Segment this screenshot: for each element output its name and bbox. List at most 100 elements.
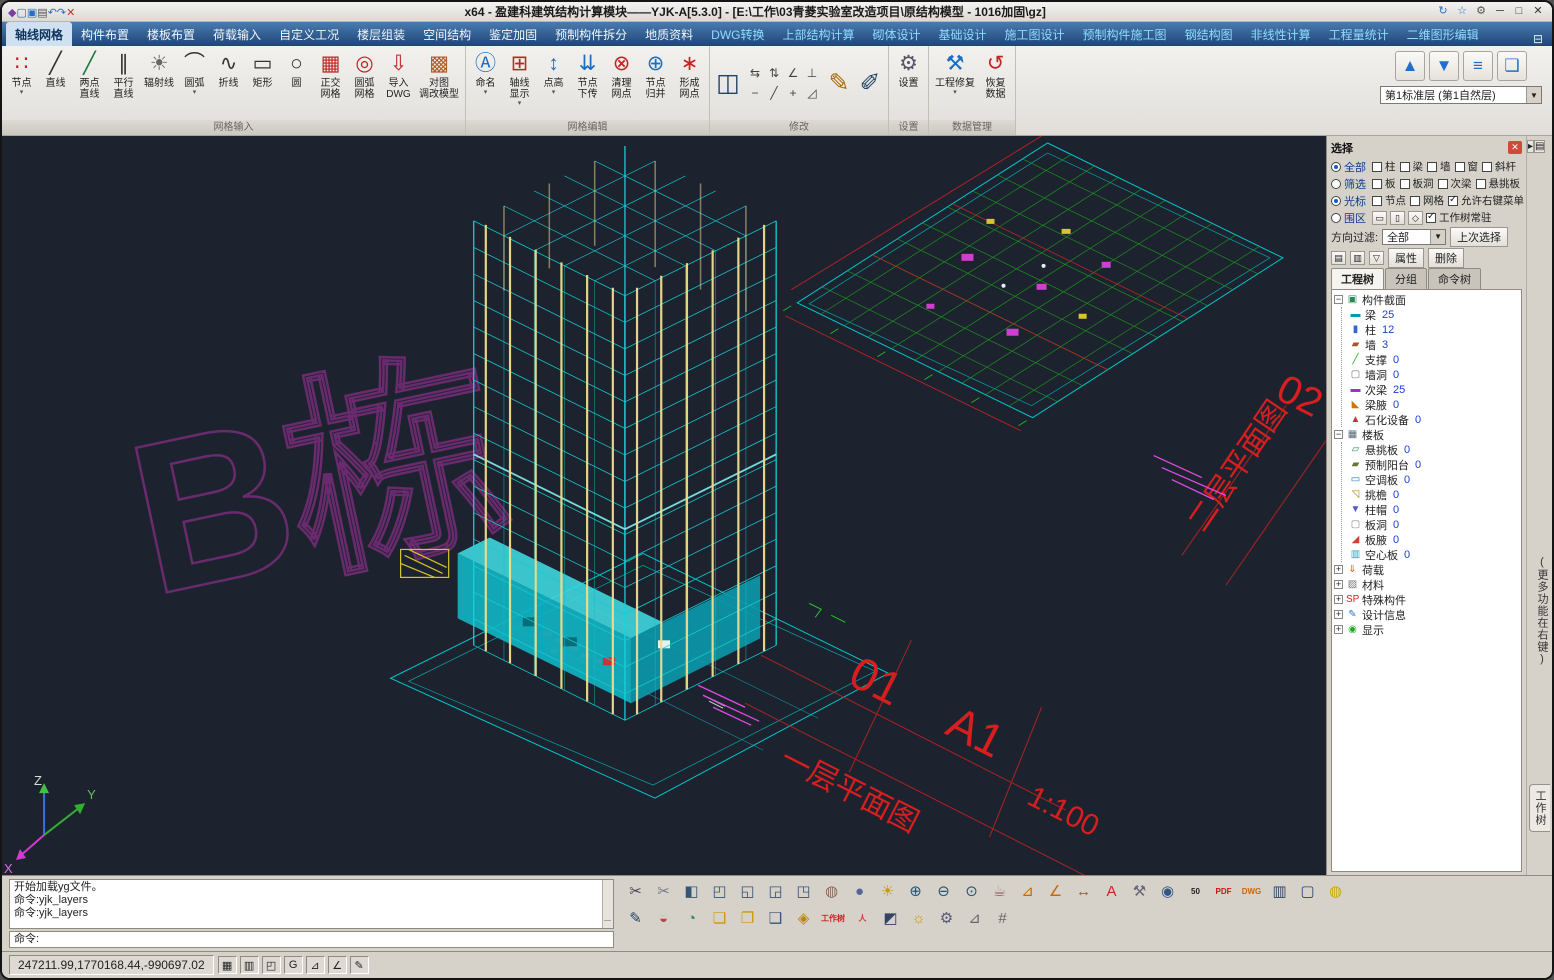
tree-item-柱[interactable]: ▮柱12 bbox=[1349, 322, 1519, 337]
check-工作树常驻[interactable] bbox=[1426, 213, 1436, 223]
second-floor-plan[interactable] bbox=[783, 136, 1283, 431]
region-poly-icon[interactable]: ◇ bbox=[1408, 211, 1423, 225]
worktree-tab[interactable]: 工作树 bbox=[1529, 784, 1550, 832]
move-icon-button[interactable]: ⇆ bbox=[746, 64, 764, 83]
axis-name-button[interactable]: Ⓐ命名▾ bbox=[469, 48, 502, 118]
panel-collapse-icon[interactable]: ▸ bbox=[1527, 140, 1534, 153]
minimize-button[interactable]: ─ bbox=[1492, 4, 1508, 19]
floor-overlay-button[interactable]: ≡ bbox=[1463, 51, 1493, 81]
sphere-icon[interactable]: ● bbox=[847, 879, 872, 903]
tree-item-空调板[interactable]: ▭空调板0 bbox=[1349, 472, 1519, 487]
last-selection-button[interactable]: 上次选择 bbox=[1450, 227, 1508, 247]
tree-item-石化设备[interactable]: ▲石化设备0 bbox=[1349, 412, 1519, 427]
tab-基础设计[interactable]: 基础设计 bbox=[930, 22, 996, 46]
tab-楼板布置[interactable]: 楼板布置 bbox=[138, 22, 204, 46]
collapse-icon[interactable]: − bbox=[1334, 295, 1343, 304]
tree-node-构件截面[interactable]: −▣构件截面 bbox=[1334, 292, 1519, 307]
zoom-out-icon[interactable]: ⊖ bbox=[931, 879, 956, 903]
tab-地质资料[interactable]: 地质资料 bbox=[636, 22, 702, 46]
tab-钢结构图[interactable]: 钢结构图 bbox=[1176, 22, 1242, 46]
arc-button[interactable]: ⌒圆弧▾ bbox=[178, 48, 211, 118]
check-节点[interactable] bbox=[1372, 196, 1382, 206]
align-icon-button[interactable]: ⊥ bbox=[803, 64, 821, 83]
clean-grid-button[interactable]: ⊗清理 网点 bbox=[605, 48, 638, 118]
add-icon-button[interactable]: + bbox=[784, 84, 802, 103]
sun-icon[interactable]: ☼ bbox=[906, 906, 931, 930]
tree-item-次梁[interactable]: ▬次梁25 bbox=[1349, 382, 1519, 397]
tree-node-楼板[interactable]: −▦楼板 bbox=[1334, 427, 1519, 442]
grid-toggle[interactable]: ▦ bbox=[218, 956, 237, 974]
tree-item-板洞[interactable]: ▢板洞0 bbox=[1349, 517, 1519, 532]
sync-icon[interactable]: ↻ bbox=[1435, 4, 1451, 19]
tree-node-特殊构件[interactable]: +SP特殊构件 bbox=[1334, 592, 1519, 607]
folder-open-icon[interactable]: ❏ bbox=[707, 906, 732, 930]
camera-icon[interactable]: ◉ bbox=[1155, 879, 1180, 903]
tab-轴线网格[interactable]: 轴线网格 bbox=[6, 22, 72, 46]
tree-item-梁腋[interactable]: ◣梁腋0 bbox=[1349, 397, 1519, 412]
pdf-export-icon[interactable]: PDF bbox=[1211, 879, 1236, 903]
tree-node-显示[interactable]: +◉显示 bbox=[1334, 622, 1519, 637]
tab-自定义工况[interactable]: 自定义工况 bbox=[270, 22, 348, 46]
text-icon[interactable]: A bbox=[1099, 879, 1124, 903]
tab-荷载输入[interactable]: 荷载输入 bbox=[204, 22, 270, 46]
palette-icon[interactable]: ◒ bbox=[651, 906, 676, 930]
tab-二维图形编辑[interactable]: 二维图形编辑 bbox=[1398, 22, 1488, 46]
tree-item-支撑[interactable]: ╱支撑0 bbox=[1349, 352, 1519, 367]
floor-pages-button[interactable]: ❏ bbox=[1497, 51, 1527, 81]
save-icon[interactable]: ▣ bbox=[27, 7, 37, 19]
measure-icon[interactable]: ⊿ bbox=[1015, 879, 1040, 903]
properties-button[interactable]: 属性 bbox=[1388, 248, 1424, 268]
restore-data-button[interactable]: ↺恢复 数据 bbox=[979, 48, 1012, 118]
tree-item-柱帽[interactable]: ▼柱帽0 bbox=[1349, 502, 1519, 517]
radio-cursor[interactable] bbox=[1331, 196, 1341, 206]
g-toggle[interactable]: G bbox=[284, 956, 303, 974]
check-次梁[interactable] bbox=[1438, 179, 1448, 189]
grid-icon[interactable]: # bbox=[990, 906, 1015, 930]
floor-selector-dropdown[interactable]: 第1标准层 (第1自然层) ▼ bbox=[1380, 86, 1542, 104]
erase-icon-button[interactable]: − bbox=[746, 84, 764, 103]
gear-icon[interactable]: ⚙ bbox=[934, 906, 959, 930]
close-button[interactable]: ✕ bbox=[1530, 4, 1546, 19]
filter-funnel-icon[interactable]: ▽ bbox=[1369, 251, 1384, 265]
panel-tab-命令树[interactable]: 命令树 bbox=[1428, 268, 1481, 289]
edit-pencil-button[interactable]: ✎ bbox=[824, 48, 854, 118]
node-button[interactable]: ∷节点▾ bbox=[5, 48, 38, 118]
direction-filter-dropdown[interactable]: 全部 ▼ bbox=[1382, 229, 1446, 245]
tab-DWG转换[interactable]: DWG转换 bbox=[702, 22, 773, 46]
tree-item-空心板[interactable]: ▥空心板0 bbox=[1349, 547, 1519, 562]
check-墙[interactable] bbox=[1427, 162, 1437, 172]
delete-button[interactable]: 删除 bbox=[1428, 248, 1464, 268]
collapse-icon[interactable]: − bbox=[1334, 430, 1343, 439]
tree-item-挑檐[interactable]: ◹挑檐0 bbox=[1349, 487, 1519, 502]
axis-display-button[interactable]: ⊞轴线 显示▾ bbox=[503, 48, 536, 118]
check-斜杆[interactable] bbox=[1482, 162, 1492, 172]
mirror-button[interactable]: ◫ bbox=[713, 48, 743, 118]
worktree-button[interactable]: 工作树 bbox=[819, 906, 847, 930]
close-doc-icon[interactable]: ✕ bbox=[66, 7, 75, 19]
upper-floor-button[interactable]: ▲ bbox=[1395, 51, 1425, 81]
tab-上部结构计算[interactable]: 上部结构计算 bbox=[773, 22, 863, 46]
circle-button[interactable]: ○圆 bbox=[280, 48, 313, 118]
check-窗[interactable] bbox=[1455, 162, 1465, 172]
prop-list-icon[interactable]: ▥ bbox=[1350, 251, 1365, 265]
tree-node-荷载[interactable]: +⇓荷载 bbox=[1334, 562, 1519, 577]
chevron-down-icon[interactable]: ▼ bbox=[1526, 87, 1541, 103]
tree-item-墙洞[interactable]: ▢墙洞0 bbox=[1349, 367, 1519, 382]
zoom-in-icon[interactable]: ⊕ bbox=[903, 879, 928, 903]
model-canvas[interactable]: B栋 bbox=[2, 136, 1326, 875]
tree-node-设计信息[interactable]: +✎设计信息 bbox=[1334, 607, 1519, 622]
expand-icon[interactable]: + bbox=[1334, 610, 1343, 619]
wrench-icon[interactable]: ⚒ bbox=[1127, 879, 1152, 903]
settings-group-button[interactable]: ⚙设置 bbox=[892, 48, 925, 118]
tree-item-梁[interactable]: ▬梁25 bbox=[1349, 307, 1519, 322]
model-from-drawing-button[interactable]: ▩对图 调改模型 bbox=[416, 48, 462, 118]
tab-楼层组装[interactable]: 楼层组装 bbox=[348, 22, 414, 46]
check-悬挑板[interactable] bbox=[1476, 179, 1486, 189]
region-window-icon[interactable]: ▭ bbox=[1372, 211, 1387, 225]
dimension-icon[interactable]: ↔ bbox=[1071, 879, 1096, 903]
polyline-button[interactable]: ∿折线 bbox=[212, 48, 245, 118]
check-板[interactable] bbox=[1372, 179, 1382, 189]
tree-node-材料[interactable]: +▨材料 bbox=[1334, 577, 1519, 592]
expand-icon[interactable]: + bbox=[1334, 580, 1343, 589]
tab-砌体设计[interactable]: 砌体设计 bbox=[864, 22, 930, 46]
